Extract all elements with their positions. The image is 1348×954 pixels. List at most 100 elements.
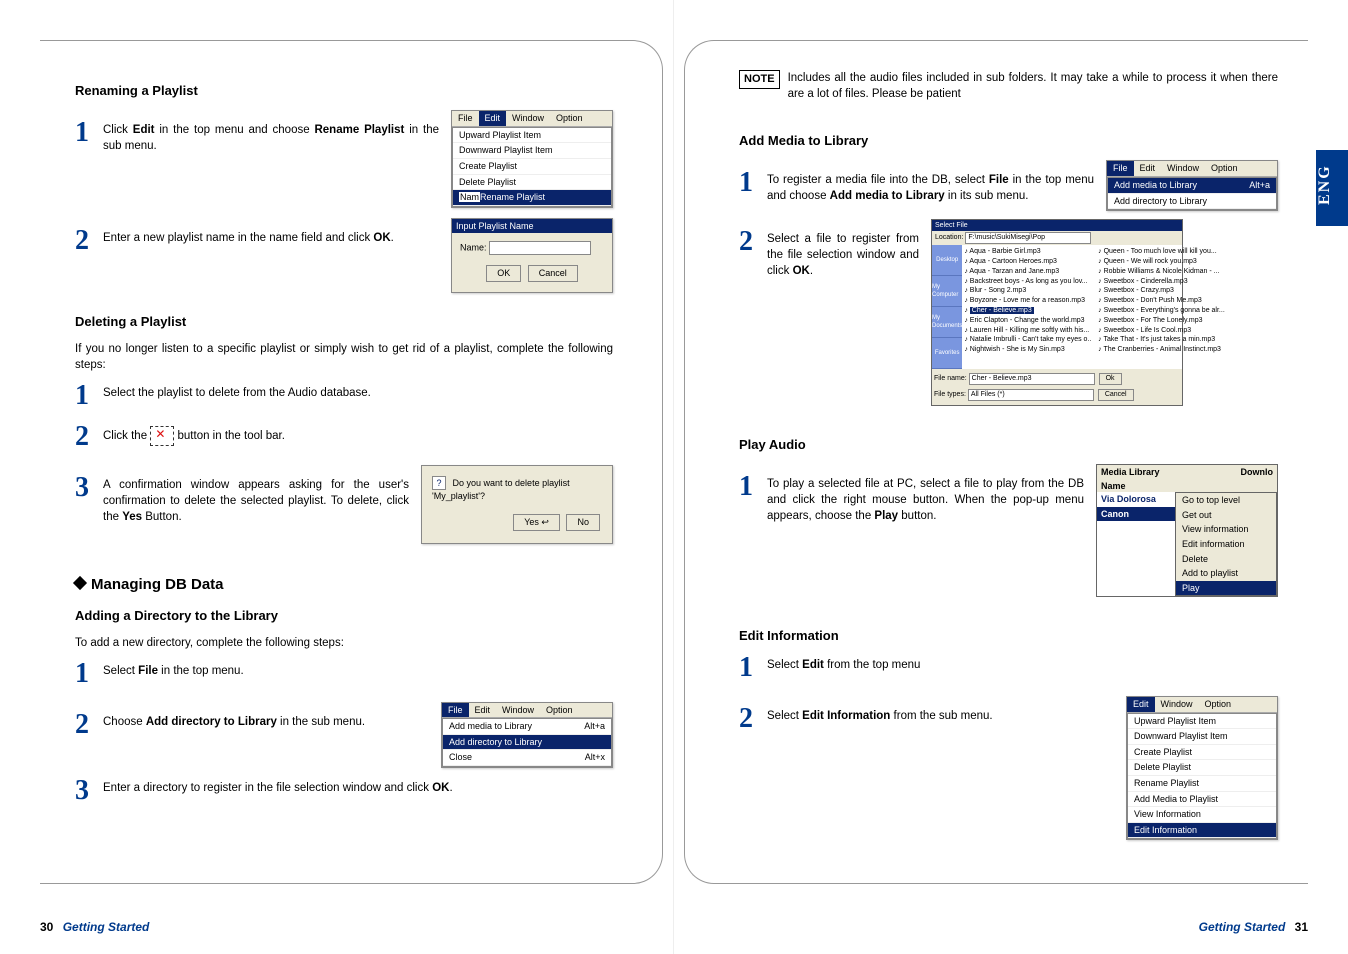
menu-option: Option: [1199, 697, 1238, 712]
footer-right: Getting Started 31: [1193, 920, 1308, 934]
ok-button: OK: [486, 265, 521, 282]
step-number: 1: [75, 120, 93, 147]
step-text: Enter a new playlist name in the name fi…: [103, 228, 439, 246]
step-number: 1: [739, 170, 757, 197]
file-item: ♪ Sweetbox - Life Is Cool.mp3: [1098, 326, 1226, 336]
step-number: 2: [75, 424, 93, 451]
edit-menu-list: Upward Playlist ItemDownward Playlist It…: [1127, 713, 1277, 840]
file-item: ♪ Take That - It's just takes a min.mp3: [1098, 335, 1226, 345]
file-item: ♪ Lauren Hill - Killing me softly with h…: [964, 326, 1092, 336]
page-spread: Renaming a Playlist 1 Click Edit in the …: [0, 0, 1348, 954]
file-item: ♪ Sweetbox - For The Lonely.mp3: [1098, 316, 1226, 326]
file-item: ♪ Aqua - Tarzan and Jane.mp3: [964, 267, 1092, 277]
file-item: ♪ Sweetbox - Don't Push Me.mp3: [1098, 296, 1226, 306]
section-name: Getting Started: [63, 920, 150, 934]
step-text: Select Edit from the top menu: [767, 655, 1278, 673]
file-browser-sidebar: Desktop My Computer My Documents Favorit…: [932, 245, 962, 369]
menu-option: Option: [550, 111, 589, 126]
note-text: Includes all the audio files included in…: [788, 70, 1278, 102]
sidebar-my-documents: My Documents: [932, 307, 962, 338]
name-label: Name:: [460, 243, 487, 253]
screenshot-edit-info-menu: Edit Window Option Upward Playlist ItemD…: [1126, 696, 1278, 840]
heading-renaming-playlist: Renaming a Playlist: [75, 82, 613, 100]
file-item: ♪ Queen - Too much love will kill you...: [1098, 247, 1226, 257]
paragraph: If you no longer listen to a specific pl…: [75, 341, 613, 373]
screenshot-delete-confirm: ? Do you want to delete playlist 'My_pla…: [421, 465, 613, 544]
menu-item-add-directory: Add directory to Library: [443, 735, 611, 751]
menu-edit: Edit: [1127, 697, 1155, 712]
file-item: ♪ Aqua - Barbie Girl.mp3: [964, 247, 1092, 257]
no-button: No: [566, 514, 600, 531]
screenshot-file-browser: Select File Location: F:\music\SukiMiseg…: [931, 219, 1183, 406]
menu-item-add-directory: Add directory to Library: [1108, 194, 1276, 210]
step-text: To register a media file into the DB, se…: [767, 170, 1094, 204]
menu-item: Create Playlist: [1128, 745, 1276, 761]
location-value: F:\music\SukiMisegi\Pop: [965, 232, 1091, 244]
tab-download: Downlo: [1241, 466, 1274, 479]
delete-icon: [150, 426, 174, 446]
note-box: NOTE Includes all the audio files includ…: [739, 70, 1278, 102]
menu-item: Edit Information: [1128, 823, 1276, 839]
step-number: 2: [75, 712, 93, 739]
sidebar-desktop: Desktop: [932, 245, 962, 276]
cancel-button: Cancel: [528, 265, 578, 282]
screenshot-rename-dialog: Input Playlist Name Name: OK Cancel: [451, 218, 613, 293]
ctx-delete: Delete: [1176, 552, 1276, 567]
step-text: Click the button in the tool bar.: [103, 424, 613, 446]
file-item: ♪ Queen - We will rock you.mp3: [1098, 257, 1226, 267]
file-item: ♪ Backstreet boys - As long as you lov..…: [964, 277, 1092, 287]
list-item-selected: Canon: [1097, 507, 1175, 522]
file-item: ♪ The Cranberries - Animal Instinct.mp3: [1098, 345, 1226, 355]
section-name: Getting Started: [1199, 920, 1286, 934]
menu-item-rename: NamRename Playlist: [453, 190, 611, 206]
file-item: ♪ Boyzone - Love me for a reason.mp3: [964, 296, 1092, 306]
ctx-add-playlist: Add to playlist: [1176, 566, 1276, 581]
file-item: ♪ Sweetbox - Everything's gonna be alr..…: [1098, 306, 1226, 316]
step-number: 3: [75, 475, 93, 502]
name-input: [489, 241, 591, 255]
file-item: ♪ Aqua - Cartoon Heroes.mp3: [964, 257, 1092, 267]
menu-item: Add Media to Playlist: [1128, 792, 1276, 808]
location-label: Location:: [935, 234, 963, 241]
filetype-value: All Files (*): [968, 389, 1094, 401]
sidebar-my-computer: My Computer: [932, 276, 962, 307]
menu-edit: Edit: [1134, 161, 1162, 176]
ctx-get-out: Get out: [1176, 508, 1276, 523]
file-item: ♪ Natalie Imbrulli - Can't take my eyes …: [964, 335, 1092, 345]
menu-item-add-media: Add media to LibraryAlt+a: [1108, 178, 1276, 194]
heading-edit-information: Edit Information: [739, 627, 1278, 645]
footer-left: 30 Getting Started: [40, 920, 155, 934]
menu-window: Window: [506, 111, 550, 126]
file-item: ♪ Robbie Williams & Nicole Kidman - ...: [1098, 267, 1226, 277]
step-text: Choose Add directory to Library in the s…: [103, 712, 429, 730]
menu-window: Window: [1161, 161, 1205, 176]
menu-item-downward: Downward Playlist Item: [453, 143, 611, 159]
menu-item: Upward Playlist Item: [1128, 714, 1276, 730]
step-text: Click Edit in the top menu and choose Re…: [103, 120, 439, 154]
file-item: ♪ Sweetbox - Cinderella.mp3: [1098, 277, 1226, 287]
page-31: ENG NOTE Includes all the audio files in…: [674, 0, 1348, 954]
file-item: ♪ Nightwish - She is My Sin.mp3: [964, 345, 1092, 355]
step-number: 2: [75, 228, 93, 255]
step-text: A confirmation window appears asking for…: [103, 475, 409, 525]
screenshot-edit-menu: File Edit Window Option Upward Playlist …: [451, 110, 613, 208]
menu-file: File: [1107, 161, 1134, 176]
step-number: 1: [739, 655, 757, 682]
column-header-name: Name: [1097, 480, 1277, 493]
ok-button: Ok: [1099, 373, 1122, 385]
menu-item: Delete Playlist: [1128, 760, 1276, 776]
sidebar-favorites: Favorites: [932, 338, 962, 369]
ctx-edit-info: Edit information: [1176, 537, 1276, 552]
step-text: To play a selected file at PC, select a …: [767, 474, 1084, 524]
step-text: Select a file to register from the file …: [767, 229, 919, 279]
screenshot-file-menu: File Edit Window Option Add media to Lib…: [441, 702, 613, 768]
menu-item: Rename Playlist: [1128, 776, 1276, 792]
menu-edit: Edit: [479, 111, 507, 126]
list-item: Via Dolorosa: [1097, 492, 1175, 507]
context-menu: Go to top level Get out View information…: [1175, 492, 1277, 596]
question-icon: ?: [432, 476, 446, 490]
step-text: Select Edit Information from the sub men…: [767, 706, 1114, 724]
menu-item-upward: Upward Playlist Item: [453, 128, 611, 144]
menu-window: Window: [496, 703, 540, 718]
step-text: Select File in the top menu.: [103, 661, 613, 679]
